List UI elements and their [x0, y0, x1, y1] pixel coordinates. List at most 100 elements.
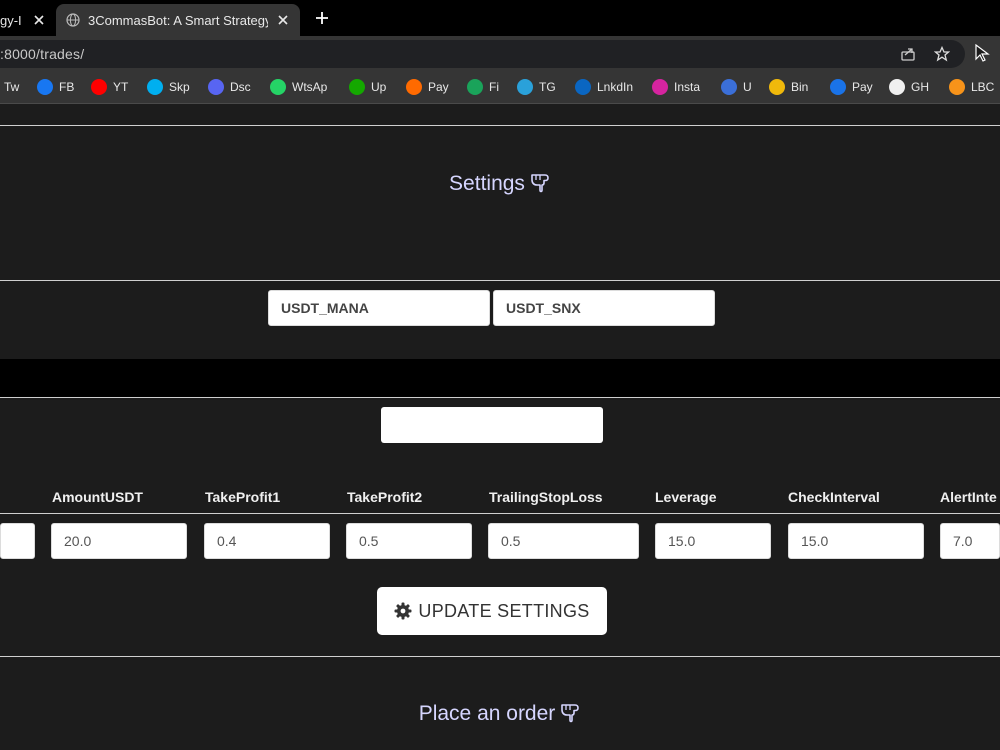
share-icon[interactable] — [900, 46, 916, 62]
tab-title: gy-I — [0, 12, 22, 28]
bookmark-label: WtsAp — [292, 80, 328, 94]
browser-tab-previous[interactable]: gy-I — [0, 4, 52, 36]
star-icon[interactable] — [934, 46, 950, 62]
tab-title: 3CommasBot: A Smart Strategy-B — [88, 12, 268, 28]
bookmark-fi-icon — [467, 79, 483, 95]
bookmark-pay[interactable]: Pay — [406, 78, 449, 96]
bookmark-label: Bin — [791, 80, 809, 94]
url-input[interactable]: :8000/trades/ — [0, 40, 965, 68]
bookmark-insta[interactable]: Insta — [652, 78, 700, 96]
bookmark-lbc-icon — [949, 79, 965, 95]
label-leverage: Leverage — [655, 489, 717, 505]
update-settings-label: UPDATE SETTINGS — [418, 600, 590, 621]
input-amountusdt[interactable]: 20.0 — [51, 523, 187, 559]
bookmark-label: FB — [59, 80, 75, 94]
label-alertinte: AlertInte — [940, 489, 997, 505]
bookmark-u-icon — [721, 79, 737, 95]
bookmark-up[interactable]: Up — [349, 78, 386, 96]
divider — [0, 513, 1000, 514]
bookmark-gh-icon — [889, 79, 905, 95]
bookmark-lbc[interactable]: LBC — [949, 78, 994, 96]
divider — [0, 280, 1000, 281]
bookmark-label: YT — [113, 80, 129, 94]
gear-icon — [394, 602, 412, 620]
globe-icon — [66, 13, 80, 27]
update-settings-button[interactable]: UPDATE SETTINGS — [377, 587, 607, 635]
label-amountusdt: AmountUSDT — [52, 489, 143, 505]
label-checkinterval: CheckInterval — [788, 489, 880, 505]
bookmark-label: Skp — [169, 80, 190, 94]
bookmark-up-icon — [349, 79, 365, 95]
tab-bar: gy-I 3CommasBot: A Smart Strategy-B — [0, 0, 1000, 36]
settings-heading: Settings — [0, 167, 1000, 201]
input-column[interactable] — [0, 523, 35, 559]
bookmark-fb-icon — [37, 79, 53, 95]
new-tab-button[interactable] — [310, 6, 334, 30]
pointing-hand-icon — [561, 704, 580, 723]
bookmark-u[interactable]: U — [721, 78, 752, 96]
bookmark-pay-icon — [830, 79, 846, 95]
divider — [0, 656, 1000, 657]
bookmark-insta-icon — [652, 79, 668, 95]
bookmark-fi[interactable]: Fi — [467, 78, 499, 96]
label-takeprofit2: TakeProfit2 — [347, 489, 423, 505]
bookmark-label: Tw — [4, 80, 20, 94]
bookmark-label: LnkdIn — [597, 80, 634, 94]
url-text: :8000/trades/ — [0, 46, 85, 62]
input-leverage[interactable]: 15.0 — [655, 523, 771, 559]
label-trailingstoploss: TrailingStopLoss — [489, 489, 603, 505]
bookmark-label: U — [743, 80, 752, 94]
bookmark-label: LBC — [971, 80, 995, 94]
bookmark-bin-icon — [769, 79, 785, 95]
bookmark-label: Dsc — [230, 80, 251, 94]
input-checkinterval[interactable]: 15.0 — [788, 523, 924, 559]
bookmark-gh[interactable]: GH — [889, 78, 929, 96]
label-takeprofit1: TakeProfit1 — [205, 489, 281, 505]
bookmark-label: Pay — [852, 80, 873, 94]
bookmark-lnkdin-icon — [575, 79, 591, 95]
bookmark-tg-icon — [517, 79, 533, 95]
bookmark-pay-icon — [406, 79, 422, 95]
text-input[interactable] — [381, 407, 603, 443]
browser-tab-active[interactable]: 3CommasBot: A Smart Strategy-B — [56, 4, 300, 36]
bookmark-skp[interactable]: Skp — [147, 78, 190, 96]
bookmark-wtsap-icon — [270, 79, 286, 95]
bookmark-label: GH — [911, 80, 929, 94]
pair-field-2[interactable]: USDT_SNX — [493, 290, 715, 326]
pair-field-1[interactable]: USDT_MANA — [268, 290, 490, 326]
bookmark-dsc-icon — [208, 79, 224, 95]
input-takeprofit2[interactable]: 0.5 — [346, 523, 472, 559]
divider — [0, 125, 1000, 126]
cursor-icon — [975, 44, 990, 62]
bookmark-label: Fi — [489, 80, 499, 94]
order-title: Place an order — [418, 702, 556, 725]
bookmark-label: Up — [371, 80, 387, 94]
input-alertinte[interactable]: 7.0 — [940, 523, 1000, 559]
bookmarks-bar: Tw FB YT Skp Dsc WtsAp Up Pay Fi TG LnkdIn Insta U Bi… — [0, 70, 1000, 104]
plus-icon — [316, 12, 328, 24]
bookmark-fb[interactable]: FB — [37, 78, 74, 96]
bookmark-pay[interactable]: Pay — [830, 78, 873, 96]
divider — [0, 397, 1000, 398]
bookmark-skp-icon — [147, 79, 163, 95]
bookmark-label: Pay — [428, 80, 449, 94]
pointing-hand-icon — [531, 174, 549, 193]
bookmark-label: Insta — [674, 80, 701, 94]
close-icon[interactable] — [30, 11, 48, 29]
page-content: Settings USDT_MANA USDT_SNX AmountUSDT 20… — [0, 105, 1000, 750]
input-trailingstoploss[interactable]: 0.5 — [488, 523, 639, 559]
bookmark-wtsap[interactable]: WtsAp — [270, 78, 327, 96]
settings-title: Settings — [449, 172, 525, 195]
address-bar: :8000/trades/ — [0, 36, 1000, 70]
bookmark-bin[interactable]: Bin — [769, 78, 808, 96]
bookmark-yt[interactable]: YT — [91, 78, 128, 96]
bookmark-label: TG — [539, 80, 556, 94]
bookmark-tg[interactable]: TG — [517, 78, 556, 96]
input-takeprofit1[interactable]: 0.4 — [204, 523, 330, 559]
order-heading: Place an order — [0, 697, 1000, 731]
bookmark-yt-icon — [91, 79, 107, 95]
bookmark-lnkdin[interactable]: LnkdIn — [575, 78, 633, 96]
bookmark-tw[interactable]: Tw — [4, 78, 19, 96]
bookmark-dsc[interactable]: Dsc — [208, 78, 251, 96]
close-icon[interactable] — [274, 11, 292, 29]
